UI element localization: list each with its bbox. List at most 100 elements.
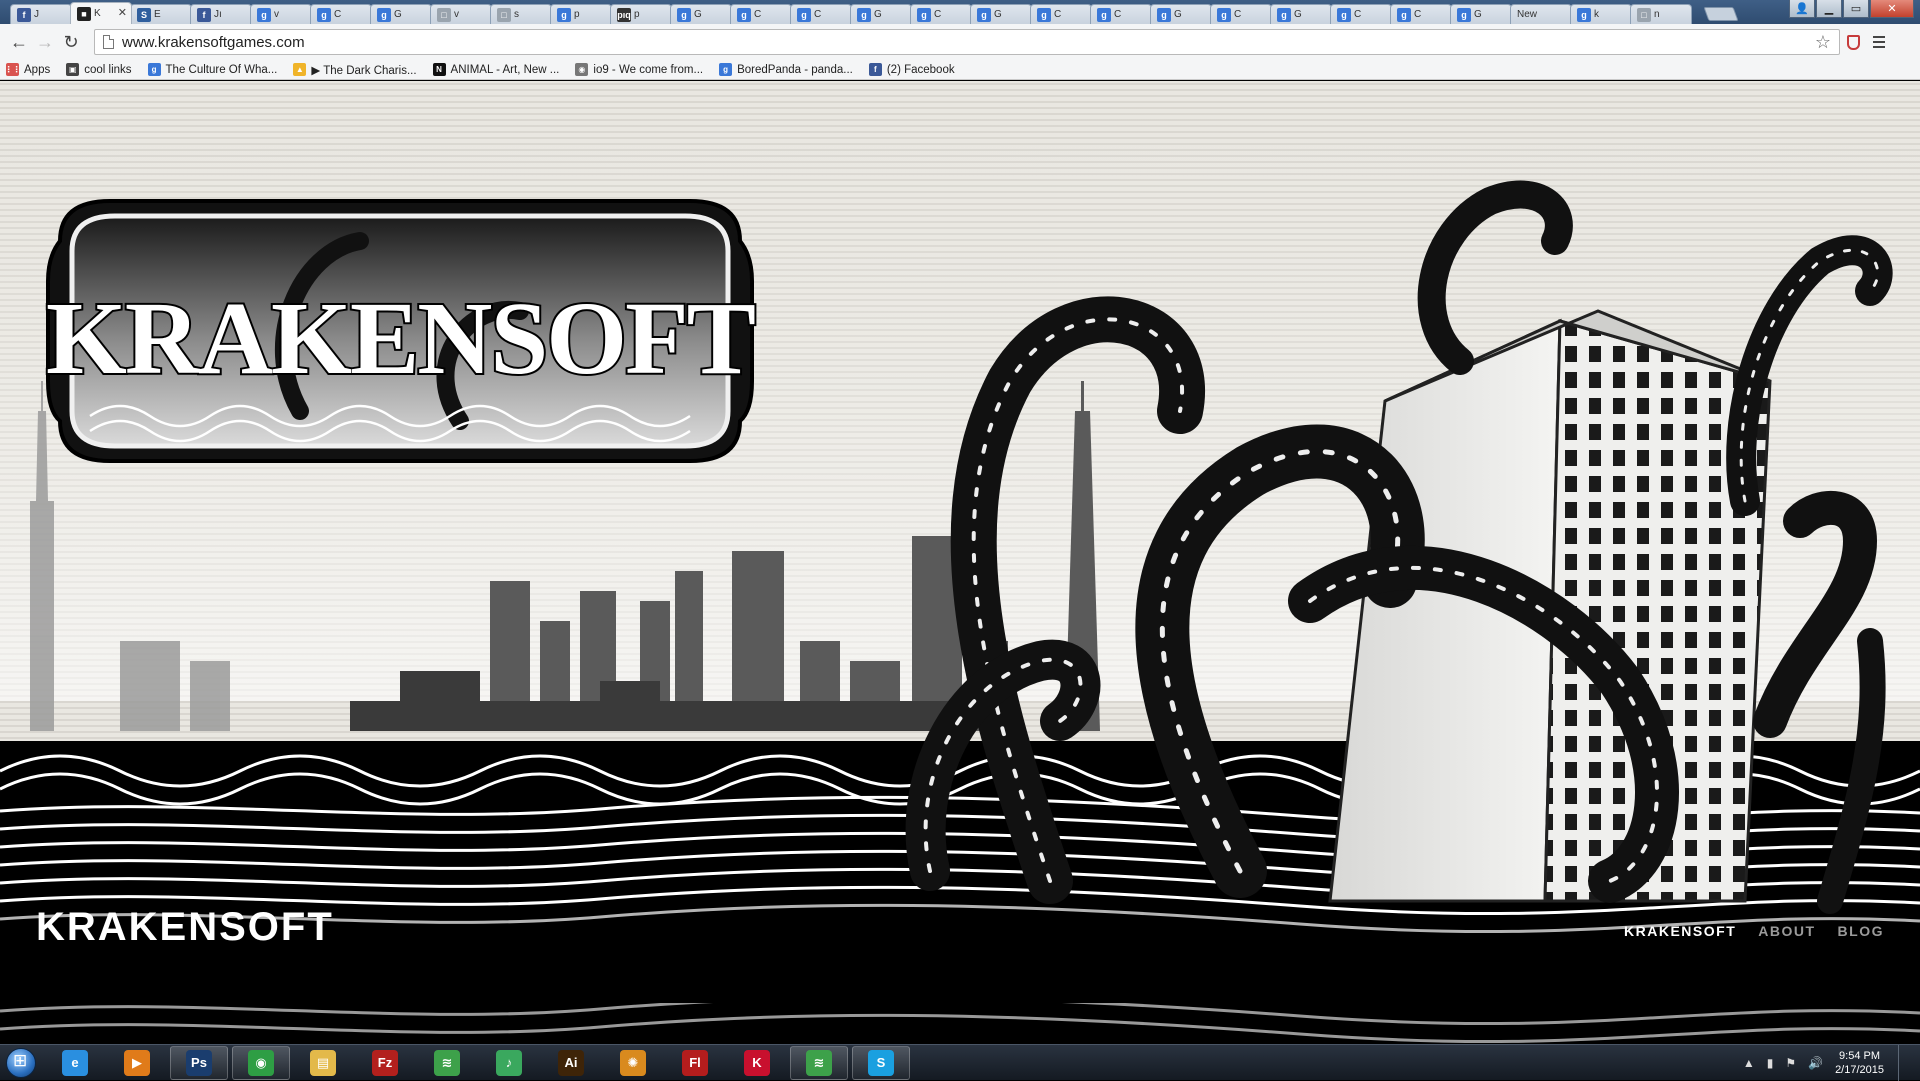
tab-favicon-icon: g: [1337, 7, 1351, 22]
browser-tab[interactable]: gC: [1210, 4, 1272, 24]
tab-favicon-icon: g: [737, 7, 751, 22]
tab-label: k: [1594, 9, 1599, 20]
taskbar-app-kaspersky[interactable]: K: [728, 1046, 786, 1080]
chrome-menu-icon[interactable]: [1866, 29, 1892, 55]
bookmark-item[interactable]: g The Culture Of Wha...: [147, 63, 277, 76]
browser-tab[interactable]: gG: [1270, 4, 1332, 24]
nav-link-krakensoft[interactable]: KRAKENSOFT: [1624, 923, 1736, 939]
site-nav: KRAKENSOFT ABOUT BLOG: [1624, 923, 1884, 939]
browser-tab[interactable]: gv: [250, 4, 312, 24]
browser-tab[interactable]: gG: [670, 4, 732, 24]
browser-tab[interactable]: gC: [730, 4, 792, 24]
media-player-icon: ▶: [124, 1049, 150, 1076]
spotify-icon: ≋: [434, 1049, 460, 1076]
action-center-flag-icon[interactable]: ⚑: [1785, 1056, 1796, 1070]
start-button[interactable]: [0, 1045, 42, 1081]
url-text[interactable]: www.krakensoftgames.com: [122, 34, 1815, 51]
show-desktop-button[interactable]: [1898, 1045, 1912, 1081]
tab-label: New: [1517, 9, 1538, 20]
browser-tab[interactable]: gG: [370, 4, 432, 24]
browser-tab[interactable]: gC: [1390, 4, 1452, 24]
browser-tab[interactable]: gG: [1450, 4, 1512, 24]
extension-shield-icon[interactable]: [1840, 29, 1866, 55]
krakensoft-logo[interactable]: KRAKENSOFT: [44, 199, 759, 463]
browser-tab[interactable]: gG: [850, 4, 912, 24]
clock-date: 2/17/2015: [1835, 1064, 1884, 1076]
site-title[interactable]: KRAKENSOFT: [36, 905, 334, 950]
browser-tab[interactable]: □ v: [430, 4, 492, 24]
clock-time: 9:54 PM: [1839, 1050, 1881, 1062]
browser-tab[interactable]: gC: [1330, 4, 1392, 24]
user-icon[interactable]: 👤: [1789, 0, 1815, 18]
browser-tab[interactable]: gp: [550, 4, 612, 24]
network-icon[interactable]: ▮: [1767, 1056, 1774, 1070]
browser-tab[interactable]: gC: [1090, 4, 1152, 24]
bookmark-favicon-icon: ⋮⋮: [4, 63, 21, 76]
tab-strip: f J ■ K ✕ S Ef Jı g v g Cg G □ v □ s g p pıq p g Gg Cg Cg Gg Cg Gg C…: [0, 0, 1920, 24]
browser-tab[interactable]: □ n: [1630, 4, 1692, 24]
tab-favicon-icon: g: [677, 7, 691, 22]
back-button[interactable]: ←: [6, 29, 32, 55]
taskbar-app-photoshop[interactable]: Ps: [170, 1045, 228, 1080]
address-bar[interactable]: www.krakensoftgames.com ☆: [94, 29, 1840, 55]
bookmark-favicon-icon: ▲: [293, 63, 307, 76]
logo-wordmark: KRAKENSOFT: [46, 281, 755, 396]
internet-explorer-icon: e: [62, 1049, 88, 1076]
browser-tab[interactable]: fJ: [10, 4, 72, 24]
browser-tab[interactable]: New: [1510, 4, 1572, 24]
tab-close-icon[interactable]: ✕: [118, 6, 127, 19]
bookmark-item[interactable]: ◉ io9 - We come from...: [575, 63, 703, 76]
browser-tab[interactable]: gC: [910, 4, 972, 24]
browser-tab[interactable]: gC: [1030, 4, 1092, 24]
system-clock[interactable]: 9:54 PM 2/17/2015: [1835, 1049, 1884, 1077]
tab-label: C: [754, 9, 762, 20]
browser-tab[interactable]: ■ K ✕: [70, 2, 132, 24]
taskbar-app-internet-explorer[interactable]: e: [46, 1046, 104, 1080]
window-controls: 👤 ▁ ▭ ✕: [1788, 0, 1914, 18]
tray-expand-icon[interactable]: ▲: [1743, 1056, 1755, 1070]
tab-favicon-icon: g: [1217, 7, 1231, 22]
browser-tab[interactable]: gC: [310, 4, 372, 24]
minimize-button[interactable]: ▁: [1816, 0, 1842, 18]
bookmark-item[interactable]: ▣ cool links: [66, 63, 132, 76]
browser-tab[interactable]: f Jı: [190, 4, 252, 24]
taskbar-app-photo-app[interactable]: ✺: [604, 1046, 662, 1080]
bookmark-item[interactable]: f (2) Facebook: [868, 63, 955, 76]
forward-button[interactable]: →: [32, 29, 58, 55]
taskbar-app-spotify-running[interactable]: ≋: [790, 1045, 848, 1080]
taskbar-app-itunes[interactable]: ♪: [480, 1046, 538, 1080]
bookmark-item[interactable]: ▲ ▶ The Dark Charis...: [293, 63, 417, 77]
bookmark-label: cool links: [84, 63, 132, 76]
nav-link-blog[interactable]: BLOG: [1838, 923, 1884, 939]
taskbar-app-illustrator[interactable]: Ai: [542, 1046, 600, 1080]
taskbar-app-explorer[interactable]: ▤: [294, 1046, 352, 1080]
taskbar-app-flash[interactable]: Fl: [666, 1046, 724, 1080]
browser-tab[interactable]: gG: [1150, 4, 1212, 24]
browser-tab[interactable]: pıq p: [610, 4, 672, 24]
bookmark-item[interactable]: N ANIMAL - Art, New ...: [432, 63, 559, 76]
taskbar-app-chrome[interactable]: ◉: [232, 1045, 290, 1080]
bookmark-item[interactable]: ⋮⋮ Apps: [4, 63, 50, 76]
tab-label: C: [934, 9, 942, 20]
reload-button[interactable]: ↻: [58, 29, 84, 55]
windows-taskbar: e ▶ Ps ◉ ▤ Fz ≋ ♪ Ai ✺ Fl K ≋ S ▲ ▮ ⚑ 🔊 9:54 PM 2/17/…: [0, 1044, 1920, 1081]
bookmark-item[interactable]: g BoredPanda - panda...: [719, 63, 853, 76]
browser-tab[interactable]: gG: [970, 4, 1032, 24]
taskbar-app-skype[interactable]: S: [852, 1045, 910, 1080]
tab-label: n: [1654, 9, 1660, 20]
close-window-button[interactable]: ✕: [1870, 0, 1914, 18]
tab-label: G: [1294, 9, 1302, 20]
volume-icon[interactable]: 🔊: [1808, 1056, 1823, 1070]
taskbar-app-media-player[interactable]: ▶: [108, 1046, 166, 1080]
browser-tab[interactable]: SE: [130, 4, 192, 24]
maximize-button[interactable]: ▭: [1843, 0, 1869, 18]
taskbar-app-filezilla[interactable]: Fz: [356, 1046, 414, 1080]
browser-tab[interactable]: gk: [1570, 4, 1632, 24]
nav-link-about[interactable]: ABOUT: [1758, 923, 1815, 939]
browser-tab[interactable]: □ s: [490, 4, 552, 24]
browser-tab[interactable]: gC: [790, 4, 852, 24]
filezilla-icon: Fz: [372, 1049, 398, 1076]
taskbar-app-spotify[interactable]: ≋: [418, 1046, 476, 1080]
new-tab-button[interactable]: [1703, 7, 1739, 21]
bookmark-star-icon[interactable]: ☆: [1815, 32, 1831, 53]
